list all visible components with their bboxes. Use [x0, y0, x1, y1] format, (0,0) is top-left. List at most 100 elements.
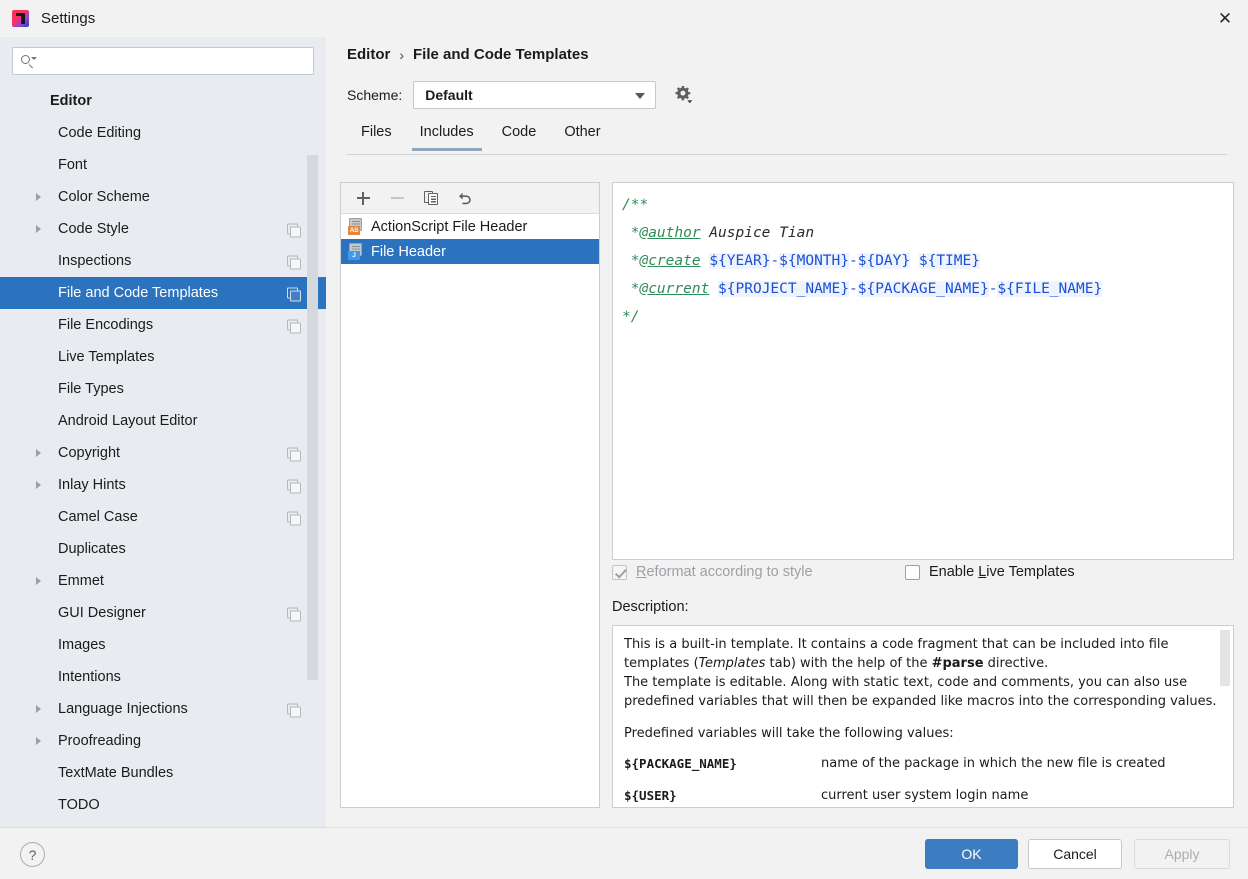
- code-line: /**: [622, 191, 1224, 219]
- description-scrollbar-thumb[interactable]: [1220, 630, 1230, 686]
- search-input[interactable]: [39, 52, 305, 70]
- sidebar-item-editor[interactable]: Editor: [0, 85, 326, 117]
- copy-template-button[interactable]: [418, 186, 444, 210]
- file-type-badge: J: [348, 251, 360, 260]
- template-options-row: Reformat according to style Enable Live …: [612, 564, 1234, 588]
- expand-arrow-icon[interactable]: [36, 449, 58, 457]
- sidebar-item-file-and-code-templates[interactable]: File and Code Templates: [0, 277, 326, 309]
- gear-icon[interactable]: [672, 84, 694, 106]
- live-templates-suffix: ive Templates: [986, 564, 1075, 580]
- sidebar-item-todo[interactable]: TODO: [0, 789, 326, 821]
- code-token: @create: [639, 253, 701, 269]
- cancel-button[interactable]: Cancel: [1028, 839, 1122, 869]
- help-icon[interactable]: ?: [20, 842, 45, 867]
- search-icon: [21, 54, 37, 69]
- reformat-according-to-style-checkbox: Reformat according to style: [612, 564, 813, 580]
- copyable-settings-icon: [287, 703, 301, 718]
- sidebar-item-duplicates[interactable]: Duplicates: [0, 533, 326, 565]
- code-token: ${FILE_NAME}: [997, 281, 1103, 297]
- settings-main-panel: Editor › File and Code Templates Scheme:…: [326, 37, 1248, 827]
- sidebar-item-label: Code Style: [58, 221, 129, 237]
- sidebar-item-color-scheme[interactable]: Color Scheme: [0, 181, 326, 213]
- sidebar-scrollbar[interactable]: [307, 155, 318, 680]
- sidebar-item-images[interactable]: Images: [0, 629, 326, 661]
- description-panel[interactable]: This is a built-in template. It contains…: [612, 625, 1234, 808]
- search-box[interactable]: [12, 47, 314, 75]
- add-template-button[interactable]: [350, 186, 376, 210]
- expand-arrow-icon[interactable]: [36, 481, 58, 489]
- sidebar-item-label: File Encodings: [58, 317, 154, 333]
- sidebar-item-live-templates[interactable]: Live Templates: [0, 341, 326, 373]
- template-list-panel: AS ActionScript File Header J File Header: [340, 182, 600, 808]
- checkbox-box[interactable]: [905, 564, 920, 580]
- sidebar-item-textmate-bundles[interactable]: TextMate Bundles: [0, 757, 326, 789]
- description-paragraph-1: This is a built-in template. It contains…: [624, 637, 1169, 671]
- sidebar-item-copyright[interactable]: Copyright: [0, 437, 326, 469]
- expand-arrow-icon[interactable]: [36, 225, 58, 233]
- code-token: */: [622, 309, 640, 325]
- list-item[interactable]: AS ActionScript File Header: [341, 214, 599, 239]
- sidebar-item-language-injections[interactable]: Language Injections: [0, 693, 326, 725]
- sidebar-item-label: Editor: [50, 93, 92, 109]
- scheme-dropdown[interactable]: Default: [413, 81, 657, 109]
- sidebar-item-intentions[interactable]: Intentions: [0, 661, 326, 693]
- code-token: @author: [639, 225, 701, 241]
- template-name: File Header: [371, 243, 446, 260]
- description-scrollbar[interactable]: [1220, 627, 1232, 806]
- settings-tree[interactable]: Editor Code Editing Font Color Scheme Code S…: [0, 85, 326, 827]
- expand-arrow-icon[interactable]: [36, 577, 58, 585]
- code-token: ${YEAR}: [709, 253, 771, 269]
- intellij-idea-icon: [12, 10, 29, 27]
- expand-arrow-icon[interactable]: [36, 705, 58, 713]
- tab-files[interactable]: Files: [347, 121, 406, 150]
- search-container: [0, 37, 326, 75]
- reformat-mnemonic: R: [636, 564, 647, 580]
- sidebar-item-code-style[interactable]: Code Style: [0, 213, 326, 245]
- code-line: *@current ${PROJECT_NAME}-${PACKAGE_NAME…: [622, 275, 1224, 303]
- code-token: *: [622, 253, 640, 269]
- variable-description: current user system login name: [821, 788, 1029, 803]
- sidebar-item-label: File and Code Templates: [58, 285, 219, 301]
- list-item[interactable]: J File Header: [341, 239, 599, 264]
- tab-code[interactable]: Code: [488, 121, 551, 150]
- code-token: ${PACKAGE_NAME}: [857, 281, 989, 297]
- sidebar-item-code-editing[interactable]: Code Editing: [0, 117, 326, 149]
- template-code-editor[interactable]: /** *@author Auspice Tian *@create ${YEA…: [612, 182, 1234, 560]
- revert-template-button[interactable]: [452, 186, 478, 210]
- sidebar-item-label: File Types: [58, 381, 124, 397]
- tab-other[interactable]: Other: [550, 121, 614, 150]
- tab-includes[interactable]: Includes: [406, 121, 488, 151]
- sidebar-item-label: Intentions: [58, 669, 121, 685]
- window-title-bar: Settings ✕: [0, 0, 1248, 37]
- sidebar-item-file-encodings[interactable]: File Encodings: [0, 309, 326, 341]
- code-token: ${DAY}: [857, 253, 911, 269]
- copyable-settings-icon: [287, 319, 301, 334]
- enable-live-templates-checkbox[interactable]: Enable Live Templates: [905, 564, 1075, 580]
- template-list[interactable]: AS ActionScript File Header J File Header: [341, 214, 599, 264]
- code-token: ${TIME}: [918, 253, 980, 269]
- sidebar-item-proofreading[interactable]: Proofreading: [0, 725, 326, 757]
- live-templates-label: Enable Live Templates: [929, 564, 1075, 580]
- close-icon[interactable]: ✕: [1202, 0, 1248, 37]
- variable-name: ${PACKAGE_NAME}: [624, 756, 737, 771]
- sidebar-item-file-types[interactable]: File Types: [0, 373, 326, 405]
- window-title: Settings: [41, 10, 96, 27]
- expand-arrow-icon[interactable]: [36, 737, 58, 745]
- sidebar-item-label: TODO: [58, 797, 100, 813]
- code-token: *: [622, 225, 640, 241]
- breadcrumb-parent[interactable]: Editor: [347, 46, 390, 63]
- sidebar-item-inspections[interactable]: Inspections: [0, 245, 326, 277]
- sidebar-item-android-layout-editor[interactable]: Android Layout Editor: [0, 405, 326, 437]
- variable-name: ${USER}: [624, 788, 677, 803]
- sidebar-item-inlay-hints[interactable]: Inlay Hints: [0, 469, 326, 501]
- variable-row: ${USER} current user system login name: [624, 786, 1220, 805]
- expand-arrow-icon[interactable]: [36, 193, 58, 201]
- scheme-label: Scheme:: [347, 87, 403, 103]
- sidebar-item-emmet[interactable]: Emmet: [0, 565, 326, 597]
- sidebar-item-font[interactable]: Font: [0, 149, 326, 181]
- ok-button[interactable]: OK: [925, 839, 1018, 869]
- sidebar-item-camel-case[interactable]: Camel Case: [0, 501, 326, 533]
- template-tabs[interactable]: Files Includes Code Other: [347, 121, 1227, 155]
- description-paragraph-3: Predefined variables will take the follo…: [624, 726, 954, 741]
- sidebar-item-gui-designer[interactable]: GUI Designer: [0, 597, 326, 629]
